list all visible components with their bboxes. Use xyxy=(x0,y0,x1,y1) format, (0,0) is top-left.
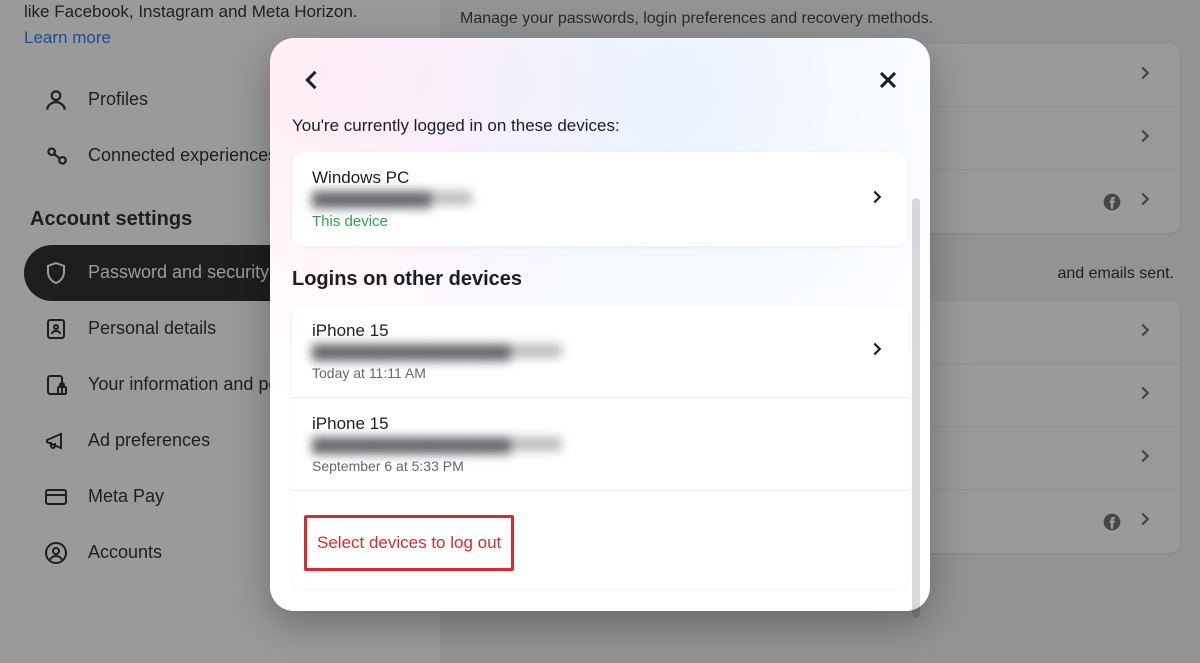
scrollbar[interactable] xyxy=(912,198,920,618)
device-item-current[interactable]: Windows PC ████████████ This device xyxy=(292,152,908,246)
device-item[interactable]: iPhone 15 ████████████████████ September… xyxy=(292,398,908,491)
device-timestamp: September 6 at 5:33 PM xyxy=(312,458,562,474)
current-device-list: Windows PC ████████████ This device xyxy=(292,152,908,246)
back-button[interactable] xyxy=(296,64,328,96)
highlight-annotation: Select devices to log out xyxy=(304,515,514,571)
modal-intro-text: You're currently logged in on these devi… xyxy=(292,116,908,136)
device-location-redacted: ████████████████████ xyxy=(312,344,562,358)
chevron-right-icon xyxy=(866,186,888,213)
device-name: iPhone 15 xyxy=(312,414,562,434)
device-location-redacted: ████████████████████ xyxy=(312,437,562,451)
this-device-badge: This device xyxy=(312,213,472,230)
select-devices-logout-button[interactable]: Select devices to log out xyxy=(317,533,501,553)
device-location-redacted: ████████████ xyxy=(312,191,472,205)
modal-overlay: You're currently logged in on these devi… xyxy=(0,0,1200,663)
other-devices-list: iPhone 15 ████████████████████ Today at … xyxy=(292,305,908,589)
device-timestamp: Today at 11:11 AM xyxy=(312,365,562,381)
device-name: Windows PC xyxy=(312,168,472,188)
chevron-right-icon xyxy=(866,338,888,365)
device-item[interactable]: iPhone 15 ████████████████████ Today at … xyxy=(292,305,908,398)
other-devices-heading: Logins on other devices xyxy=(292,268,908,291)
device-name: iPhone 15 xyxy=(312,321,562,341)
devices-modal: You're currently logged in on these devi… xyxy=(270,38,930,611)
close-button[interactable] xyxy=(872,64,904,96)
